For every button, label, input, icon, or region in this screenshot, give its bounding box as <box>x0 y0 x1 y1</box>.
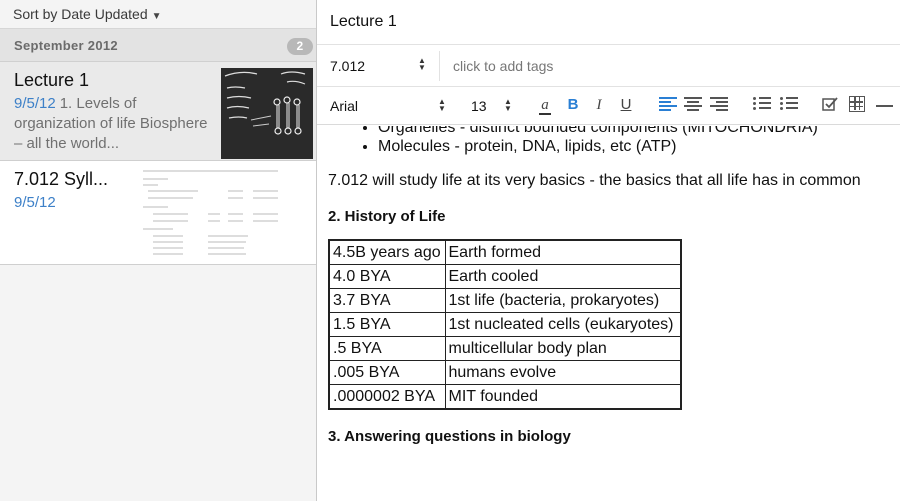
list-item: Molecules - protein, DNA, lipids, etc (A… <box>378 137 900 156</box>
bold-button[interactable]: B <box>563 95 583 115</box>
table-cell: .005 BYA <box>328 360 446 385</box>
group-label: September 2012 <box>14 38 118 53</box>
note-list-panel: Sort by Date Updated ▼ September 2012 2 L… <box>0 0 317 501</box>
underline-button[interactable]: U <box>616 95 636 115</box>
section-heading: 2. History of Life <box>328 208 446 225</box>
table-cell: 1st life (bacteria, prokaryotes) <box>444 288 682 313</box>
note-item-syllabus[interactable]: 7.012 Syll... 9/5/12 <box>0 161 316 265</box>
horizontal-rule-icon[interactable] <box>876 105 893 107</box>
table-cell: multicellular body plan <box>444 336 682 361</box>
table-row: 3.7 BYA 1st life (bacteria, prokaryotes) <box>328 288 682 313</box>
sort-label: Sort by Date Updated <box>13 6 148 22</box>
note-snippet: 9/5/12 1. Levels of organization of life … <box>14 94 214 154</box>
table-row: .0000002 BYA MIT founded <box>328 384 682 410</box>
caret-down-icon: ▼ <box>151 11 162 22</box>
table-cell: 1.5 BYA <box>328 312 446 337</box>
font-size-select[interactable]: 13 <box>471 98 487 114</box>
table-cell: MIT founded <box>444 384 682 410</box>
section-heading: 3. Answering questions in biology <box>328 428 571 445</box>
note-body[interactable]: Organelles - distinct bounded components… <box>317 126 900 501</box>
history-table: 4.5B years ago Earth formed 4.0 BYA Earth … <box>328 239 682 410</box>
table-row: 4.5B years ago Earth formed <box>328 239 682 265</box>
divider <box>439 51 440 81</box>
note-title: 7.012 Syll... <box>14 169 109 189</box>
formatting-toolbar: Arial ▲ ▼ 13 ▲ ▼ a B I U <box>317 87 900 125</box>
note-editor: Lecture 1 7.012 ▲ ▼ click to add tags Ari… <box>317 0 900 501</box>
table-cell: 1st nucleated cells (eukaryotes) <box>444 312 682 337</box>
note-item-lecture-1[interactable]: Lecture 1 9/5/12 1. Levels of organizatio… <box>0 62 316 161</box>
note-thumbnail-document <box>128 165 283 258</box>
table-cell: Earth formed <box>444 239 682 265</box>
note-title-text: Lecture 1 <box>330 13 397 30</box>
numbered-list-icon[interactable] <box>780 97 798 111</box>
checkbox-icon[interactable] <box>822 96 838 112</box>
note-title-field[interactable]: Lecture 1 <box>317 0 900 45</box>
text-color-button[interactable]: a <box>535 95 555 115</box>
bullet-list: Organelles - distinct bounded components… <box>328 126 900 156</box>
up-down-arrows-icon: ▲ ▼ <box>438 97 446 113</box>
bulleted-list-icon[interactable] <box>753 97 771 111</box>
table-row: .005 BYA humans evolve <box>328 360 682 385</box>
up-down-arrows-icon: ▲ ▼ <box>418 56 426 72</box>
table-cell: 4.5B years ago <box>328 239 446 265</box>
table-cell: humans evolve <box>444 360 682 385</box>
align-left-icon[interactable] <box>659 97 677 111</box>
note-title: Lecture 1 <box>14 70 90 90</box>
table-cell: 4.0 BYA <box>328 264 446 289</box>
note-meta-bar: 7.012 ▲ ▼ click to add tags <box>317 45 900 87</box>
table-cell: 3.7 BYA <box>328 288 446 313</box>
note-date: 9/5/12 <box>14 95 56 112</box>
text-color-glyph: a <box>541 97 549 113</box>
notebook-select[interactable]: 7.012 <box>330 58 430 74</box>
table-cell: .5 BYA <box>328 336 446 361</box>
table-row: 1.5 BYA 1st nucleated cells (eukaryotes) <box>328 312 682 337</box>
table-icon[interactable] <box>849 96 865 112</box>
up-down-arrows-icon: ▲ ▼ <box>504 97 512 113</box>
note-date: 9/5/12 <box>14 194 56 211</box>
align-center-icon[interactable] <box>684 97 702 111</box>
table-cell: .0000002 BYA <box>328 384 446 410</box>
tags-input[interactable]: click to add tags <box>453 58 553 74</box>
italic-button[interactable]: I <box>589 95 609 115</box>
sort-dropdown[interactable]: Sort by Date Updated ▼ <box>0 0 316 29</box>
list-item: Organelles - distinct bounded components… <box>378 126 900 137</box>
paragraph: 7.012 will study life at its very basics… <box>328 172 861 189</box>
note-thumbnail-chalkboard <box>221 68 313 159</box>
date-group-header: September 2012 2 <box>0 29 316 62</box>
table-row: 4.0 BYA Earth cooled <box>328 264 682 289</box>
table-row: .5 BYA multicellular body plan <box>328 336 682 361</box>
align-right-icon[interactable] <box>710 97 728 111</box>
font-family-select[interactable]: Arial <box>330 98 358 114</box>
table-cell: Earth cooled <box>444 264 682 289</box>
color-bar-icon <box>539 113 551 115</box>
group-count-badge: 2 <box>287 38 313 55</box>
